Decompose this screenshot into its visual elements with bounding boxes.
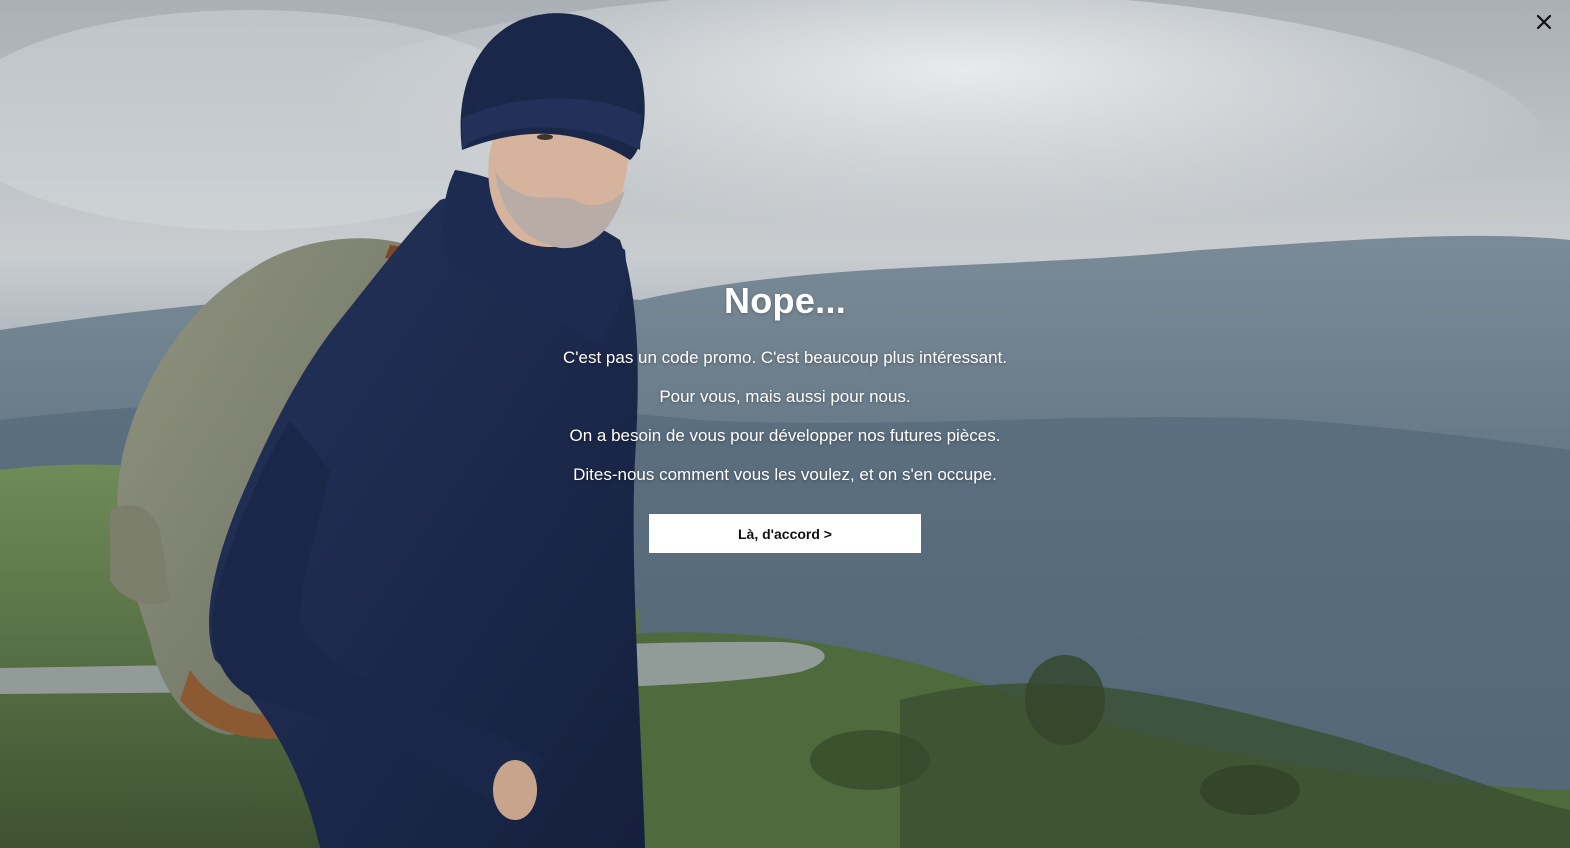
popup-paragraph-4: Dites-nous comment vous les voulez, et o… bbox=[573, 465, 997, 484]
popup-paragraph-3: On a besoin de vous pour développer nos … bbox=[569, 426, 1001, 445]
popup-title: Nope... bbox=[723, 280, 847, 321]
close-button[interactable] bbox=[1530, 8, 1558, 36]
agree-button[interactable]: Là, d'accord > bbox=[649, 514, 921, 553]
popup-content: Nope... C'est pas un code promo. C'est b… bbox=[0, 280, 1570, 553]
popup-paragraph-2: Pour vous, mais aussi pour nous. bbox=[659, 387, 911, 406]
close-icon bbox=[1536, 14, 1552, 30]
popup-paragraph-1: C'est pas un code promo. C'est beaucoup … bbox=[562, 348, 1008, 367]
promo-modal: Nope... C'est pas un code promo. C'est b… bbox=[0, 0, 1570, 848]
